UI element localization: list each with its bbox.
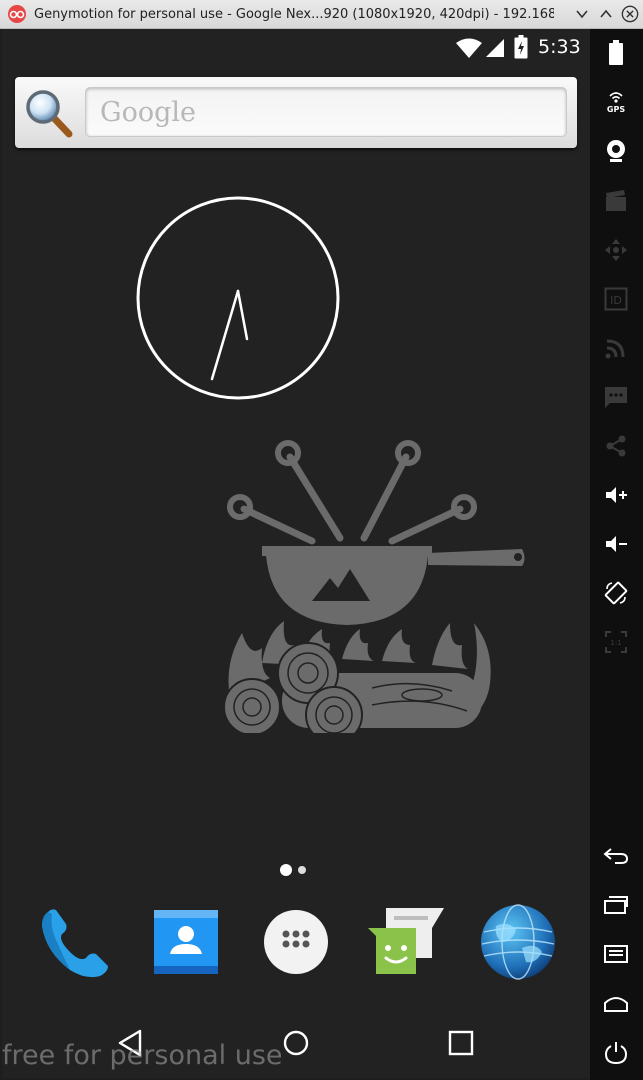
messenger-icon[interactable]	[366, 902, 446, 982]
window-title: Genymotion for personal use - Google Nex…	[34, 6, 554, 22]
google-search-widget[interactable]: Google	[15, 77, 577, 148]
page-dot-active	[280, 864, 292, 876]
android-screen: 5:33 Google free for personal use	[2, 29, 590, 1078]
search-placeholder: Google	[100, 97, 196, 128]
back-icon[interactable]	[602, 841, 630, 869]
power-icon[interactable]	[602, 1039, 630, 1067]
battery-icon	[514, 35, 528, 59]
app-drawer-icon[interactable]	[256, 902, 336, 982]
close-icon[interactable]	[621, 3, 639, 25]
browser-icon[interactable]	[478, 902, 558, 982]
pixel-perfect-label: 1:1	[610, 639, 621, 647]
fondue-wallpaper-illustration	[223, 440, 525, 733]
sms-icon	[602, 383, 630, 411]
pixel-perfect-icon: 1:1	[602, 628, 630, 656]
dpad-icon	[602, 236, 630, 264]
recents-icon[interactable]	[602, 891, 630, 919]
network-icon	[602, 334, 630, 362]
clock-hour-hand	[236, 289, 249, 341]
search-input[interactable]: Google	[85, 87, 567, 137]
volume-up-icon[interactable]	[602, 481, 630, 509]
webcam-icon[interactable]	[602, 137, 630, 165]
genymotion-toolbar: GPS ID 1:1	[590, 29, 643, 1080]
capture-icon	[602, 187, 630, 215]
gps-label: GPS	[607, 105, 625, 114]
page-indicator	[280, 864, 306, 876]
home-icon[interactable]	[602, 989, 630, 1017]
volume-down-icon[interactable]	[602, 530, 630, 558]
genymotion-logo-icon	[6, 3, 28, 25]
gps-icon[interactable]: GPS	[602, 87, 630, 115]
clock-minute-hand	[210, 289, 240, 381]
recents-icon[interactable]	[441, 1023, 481, 1063]
status-time: 5:33	[538, 36, 581, 58]
wifi-icon	[456, 38, 482, 58]
window-titlebar: Genymotion for personal use - Google Nex…	[0, 0, 643, 29]
device-id-label: ID	[610, 294, 622, 307]
menu-icon[interactable]	[602, 940, 630, 968]
contacts-icon[interactable]	[146, 902, 226, 982]
chevron-up-icon[interactable]	[597, 3, 615, 25]
status-bar[interactable]: 5:33	[2, 29, 590, 67]
watermark-text: free for personal use	[2, 1040, 283, 1071]
phone-icon[interactable]	[34, 902, 114, 982]
battery-icon[interactable]	[602, 39, 630, 67]
page-dot	[298, 866, 306, 874]
rotate-icon[interactable]	[602, 579, 630, 607]
device-id-icon: ID	[602, 285, 630, 313]
analog-clock[interactable]	[135, 195, 341, 401]
chevron-down-icon[interactable]	[573, 3, 591, 25]
share-icon	[602, 432, 630, 460]
search-icon[interactable]	[23, 87, 75, 139]
signal-icon	[486, 39, 504, 57]
